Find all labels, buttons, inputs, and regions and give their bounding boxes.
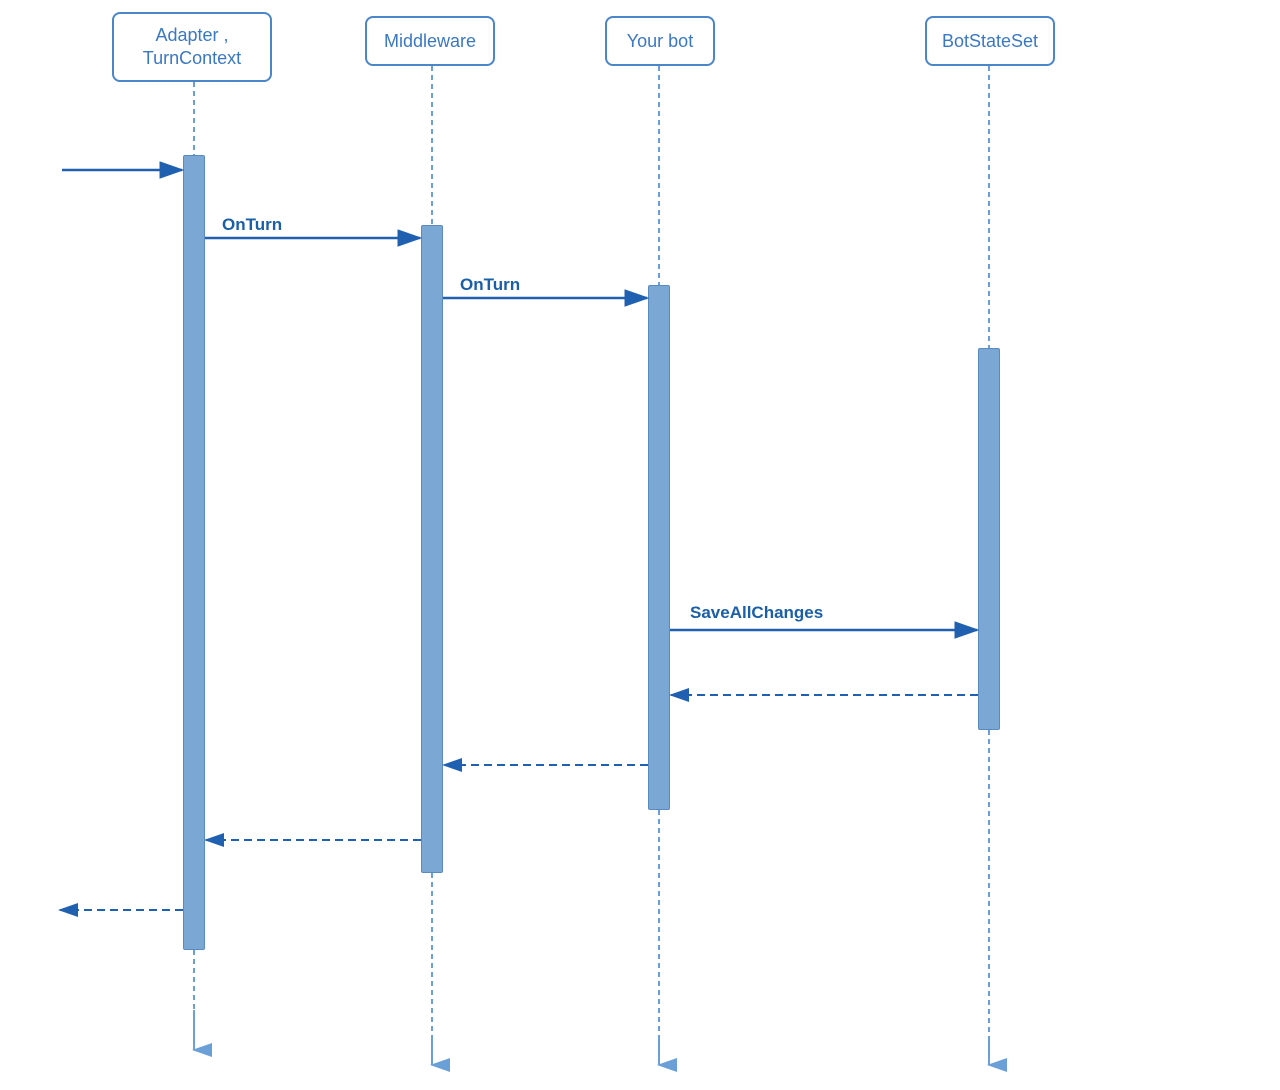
participant-adapter-label: Adapter ,TurnContext: [143, 24, 241, 71]
participant-yourbot: Your bot: [605, 16, 715, 66]
participant-yourbot-label: Your bot: [627, 31, 693, 52]
participant-botstateset: BotStateSet: [925, 16, 1055, 66]
label-onturn1: OnTurn: [222, 215, 282, 235]
participant-adapter: Adapter ,TurnContext: [112, 12, 272, 82]
activation-botstateset: [978, 348, 1000, 730]
participant-botstateset-label: BotStateSet: [942, 31, 1038, 52]
participant-middleware: Middleware: [365, 16, 495, 66]
participant-middleware-label: Middleware: [384, 31, 476, 52]
label-saveallchanges: SaveAllChanges: [690, 603, 823, 623]
sequence-diagram: Adapter ,TurnContext Middleware Your bot…: [0, 0, 1280, 1090]
activation-adapter: [183, 155, 205, 950]
activation-middleware: [421, 225, 443, 873]
label-onturn2: OnTurn: [460, 275, 520, 295]
activation-yourbot: [648, 285, 670, 810]
